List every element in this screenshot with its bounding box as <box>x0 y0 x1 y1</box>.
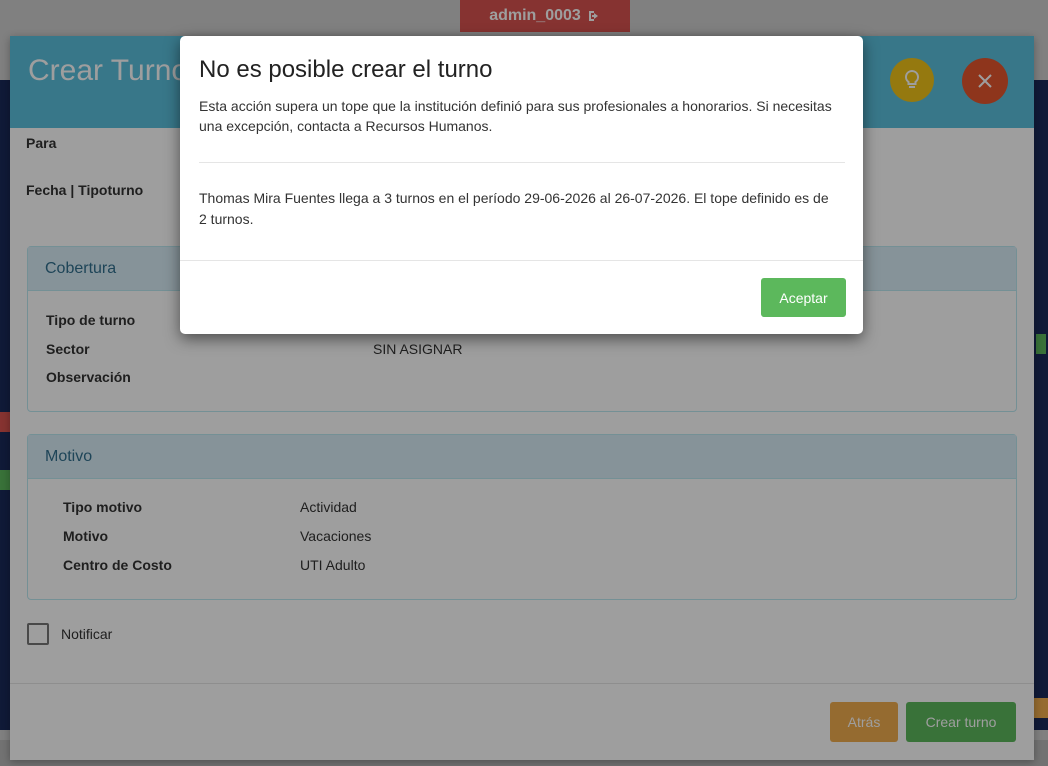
accept-button[interactable]: Aceptar <box>761 278 846 317</box>
alert-body: Thomas Mira Fuentes llega a 3 turnos en … <box>199 190 829 227</box>
alert-subtitle: Esta acción supera un tope que la instit… <box>199 98 832 134</box>
alert-dialog: No es posible crear el turno Esta acción… <box>180 36 863 334</box>
alert-title: No es posible crear el turno <box>199 56 493 83</box>
alert-footer-divider <box>180 260 863 261</box>
alert-divider <box>199 162 845 163</box>
